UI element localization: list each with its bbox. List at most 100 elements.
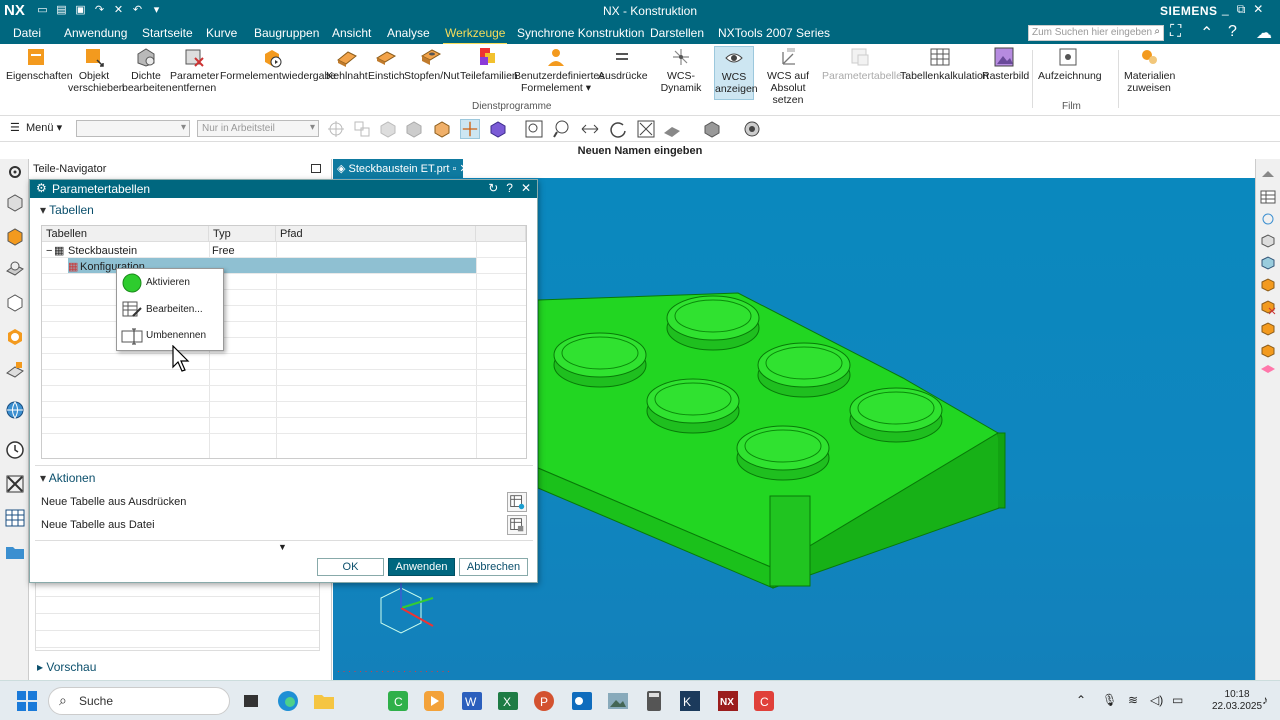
notification-bell-icon[interactable]: ♪: [1262, 693, 1268, 707]
hd3d-tools-icon[interactable]: [4, 325, 26, 347]
task-view-icon[interactable]: [240, 689, 264, 713]
ribbon-materialien-zuweisen-button[interactable]: Materialien zuweisen: [1124, 46, 1175, 94]
red-app-icon[interactable]: C: [752, 689, 776, 713]
graphics-window-tab[interactable]: ◈ Steckbaustein ET.prt ▫ ✕: [333, 159, 469, 178]
assembly-navigator-icon[interactable]: [4, 191, 26, 213]
tab-datei[interactable]: Datei: [13, 26, 41, 40]
ok-button[interactable]: OK: [317, 558, 384, 576]
tray-overflow-icon[interactable]: ⌃: [1076, 693, 1086, 707]
help-icon[interactable]: ?: [506, 181, 513, 195]
ribbon-parametertabellen-button[interactable]: Parametertabellen: [822, 46, 908, 82]
pink-plane-icon[interactable]: [1260, 361, 1276, 377]
green-app-icon[interactable]: C: [386, 689, 410, 713]
menu-button[interactable]: ☰ Menü ▾: [10, 121, 62, 134]
tab-synchrone-konstruktion[interactable]: Synchrone Konstruktion: [517, 26, 644, 40]
close-icon[interactable]: ✕: [521, 181, 531, 195]
ribbon-kehlnaht-button[interactable]: Kehlnaht: [326, 46, 368, 82]
folder-icon[interactable]: [4, 541, 26, 563]
microphone-icon[interactable]: 🎙: [1102, 693, 1117, 707]
ribbon-teilefamilien-button[interactable]: Teilefamilien: [460, 46, 518, 82]
constraint-navigator-icon[interactable]: [4, 225, 26, 247]
column-header-path[interactable]: Pfad: [276, 226, 476, 242]
face-filter-icon[interactable]: [404, 119, 424, 139]
tab-close-icon[interactable]: ✕: [459, 163, 468, 175]
table-icon[interactable]: [1260, 189, 1276, 205]
preview-section[interactable]: ▸ Vorschau: [37, 660, 96, 674]
reuse-library-icon[interactable]: [4, 291, 26, 313]
tab-anwendung[interactable]: Anwendung: [64, 26, 127, 40]
tables-tree[interactable]: Tabellen Typ Pfad − ▦ Steckbaustein Free…: [41, 225, 527, 459]
tab-ansicht[interactable]: Ansicht: [332, 26, 371, 40]
ribbon-objekt-verschieben-button[interactable]: Objekt verschieben: [68, 46, 125, 94]
nx-taskbar-icon[interactable]: NX: [716, 689, 740, 713]
orange-body-icon[interactable]: [1260, 277, 1276, 293]
minimize-icon[interactable]: _: [1222, 2, 1229, 17]
maximize-icon[interactable]: [311, 164, 321, 173]
new-table-from-expressions-button[interactable]: [507, 492, 527, 512]
taskbar-search[interactable]: ⌕ Suche: [48, 687, 230, 715]
system-materials-icon[interactable]: [4, 473, 26, 495]
reset-icon[interactable]: ↻: [488, 181, 498, 195]
process-studio-icon[interactable]: [4, 507, 26, 529]
history-icon[interactable]: [4, 439, 26, 461]
orange-body-plus-icon[interactable]: [1260, 321, 1276, 337]
tab-pin-icon[interactable]: ▫: [452, 163, 456, 175]
orange-body-arrow-icon[interactable]: [1260, 343, 1276, 359]
new-table-from-file-button[interactable]: [507, 515, 527, 535]
section-tables[interactable]: Tabellen: [40, 203, 94, 217]
command-search-input[interactable]: Zum Suchen hier eingeben ⌕: [1028, 25, 1164, 41]
tab-kurve[interactable]: Kurve: [206, 26, 237, 40]
windows-start-icon[interactable]: [15, 689, 39, 713]
sketch-icon[interactable]: [1260, 211, 1276, 227]
restore-icon[interactable]: ⧉: [1237, 2, 1246, 17]
zoom-icon[interactable]: [552, 119, 572, 139]
ribbon-eigenschaften-button[interactable]: Eigenschaften: [6, 46, 73, 82]
body-filter-icon[interactable]: [378, 119, 398, 139]
tab-werkzeuge[interactable]: Werkzeuge: [442, 26, 508, 45]
collapse-ribbon-icon[interactable]: ⌃: [1200, 23, 1213, 43]
ribbon-formelementwiedergabe-button[interactable]: Formelementwiedergabe: [220, 46, 336, 82]
visibility-icon[interactable]: [742, 119, 762, 139]
tab-baugruppen[interactable]: Baugruppen: [254, 26, 319, 40]
orange-body-x-icon[interactable]: [1260, 299, 1276, 315]
render-style-icon[interactable]: [702, 119, 722, 139]
close-window-icon[interactable]: ✕: [1253, 2, 1263, 17]
machining-icon[interactable]: [4, 359, 26, 381]
tab-analyse[interactable]: Analyse: [387, 26, 430, 40]
web-browser-icon[interactable]: [4, 399, 26, 421]
ribbon-parameter-entfernen-button[interactable]: Parameter entfernen: [170, 46, 219, 94]
more-options-chevron-icon[interactable]: ▼: [278, 542, 287, 552]
snap-point-icon[interactable]: [326, 119, 346, 139]
section-actions[interactable]: Aktionen: [40, 471, 96, 485]
battery-icon[interactable]: ▭: [1172, 693, 1183, 707]
powerpoint-icon[interactable]: P: [532, 689, 556, 713]
assembly-filter-icon[interactable]: [352, 119, 372, 139]
outlook-icon[interactable]: [570, 689, 594, 713]
word-icon[interactable]: W: [460, 689, 484, 713]
scope-filter-combo[interactable]: Nur in Arbeitsteil: [197, 120, 319, 137]
fullscreen-icon[interactable]: ⛶: [1170, 23, 1181, 41]
ribbon-wcs-dynamik-button[interactable]: WCS-Dynamik: [650, 46, 712, 94]
part-navigator-icon[interactable]: [4, 257, 26, 279]
volume-icon[interactable]: ◁): [1150, 693, 1163, 707]
dialog-titlebar[interactable]: ⚙ Parametertabellen ↻ ? ✕: [30, 180, 537, 198]
type-filter-combo[interactable]: [76, 120, 190, 137]
calculator-icon[interactable]: [642, 689, 666, 713]
tab-startseite[interactable]: Startseite: [142, 26, 193, 40]
rotate-icon[interactable]: [608, 119, 628, 139]
pdf-app-icon[interactable]: K: [678, 689, 702, 713]
orient-view-icon[interactable]: [662, 119, 682, 139]
ribbon-wcs-auf-absolut-setzen-button[interactable]: WCS auf Absolut setzen: [756, 46, 820, 106]
menu-item-rename[interactable]: Umbenennen: [121, 325, 221, 347]
excel-icon[interactable]: X: [496, 689, 520, 713]
media-app-icon[interactable]: [422, 689, 446, 713]
blue-body-icon[interactable]: [1260, 255, 1276, 271]
gear-icon[interactable]: ⚙: [36, 181, 47, 195]
ribbon-tabellenkalkulation-button[interactable]: Tabellenkalkulation: [900, 46, 989, 82]
file-explorer-icon[interactable]: [312, 689, 336, 713]
ribbon-stopfen-nut-button[interactable]: Stopfen/Nut: [404, 46, 459, 82]
fit-icon[interactable]: [636, 119, 656, 139]
tab-darstellen[interactable]: Darstellen: [650, 26, 704, 40]
tab-nxtools[interactable]: NXTools 2007 Series: [718, 26, 830, 40]
wifi-icon[interactable]: ≋: [1128, 693, 1138, 707]
